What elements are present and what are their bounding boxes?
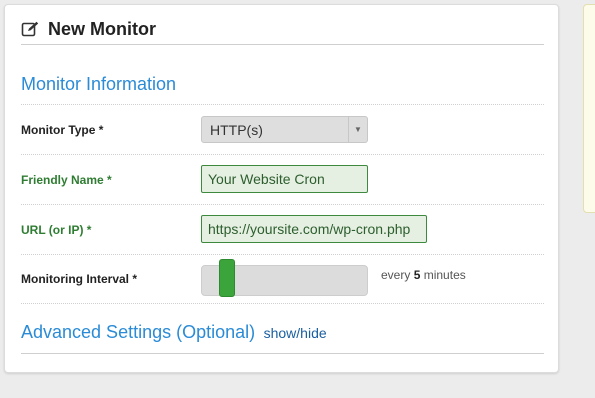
monitor-type-label: Monitor Type * [21, 123, 104, 137]
interval-value: 5 [413, 268, 421, 282]
side-info-panel [583, 4, 595, 213]
monitor-type-select[interactable]: HTTP(s) ▼ [201, 116, 368, 143]
advanced-settings-header: Advanced Settings (Optional) show/hide [21, 322, 544, 354]
monitor-type-row: Monitor Type * HTTP(s) ▼ [21, 105, 544, 155]
interval-label: Monitoring Interval * [21, 272, 138, 286]
interval-prefix: every [381, 268, 411, 282]
url-label: URL (or IP) * [21, 223, 92, 237]
panel-title: New Monitor [21, 15, 544, 45]
friendly-name-input[interactable]: Your Website Cron [201, 165, 368, 193]
advanced-settings-title: Advanced Settings (Optional) [21, 322, 256, 342]
interval-row: Monitoring Interval * every 5 minutes [21, 255, 544, 304]
url-row: URL (or IP) * https://yoursite.com/wp-cr… [21, 205, 544, 255]
interval-readout: every 5 minutes [381, 268, 466, 282]
interval-slider-handle[interactable] [219, 259, 236, 297]
section-title: Monitor Information [21, 65, 544, 105]
interval-suffix: minutes [423, 268, 466, 282]
friendly-name-row: Friendly Name * Your Website Cron [21, 155, 544, 205]
show-hide-link[interactable]: show/hide [264, 325, 327, 341]
chevron-down-icon: ▼ [348, 117, 367, 142]
friendly-name-label: Friendly Name * [21, 173, 112, 187]
edit-icon [21, 21, 39, 36]
new-monitor-panel: New Monitor Monitor Information Monitor … [4, 4, 559, 373]
monitor-type-value: HTTP(s) [210, 122, 263, 138]
url-input[interactable]: https://yoursite.com/wp-cron.php [201, 215, 427, 243]
panel-title-text: New Monitor [48, 19, 156, 39]
